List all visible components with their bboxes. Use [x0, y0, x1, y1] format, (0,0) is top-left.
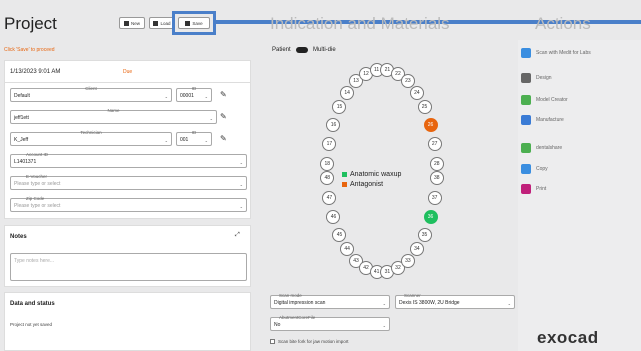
evoucher-select[interactable]: E-Voucher Please type or select ⌄ — [10, 174, 247, 190]
chevron-down-icon: ⌄ — [239, 160, 243, 165]
tooth-36[interactable]: 36 — [423, 210, 438, 225]
tooth-48[interactable]: 48 — [320, 171, 335, 186]
due-label: Due — [123, 69, 133, 75]
notes-input[interactable]: Type notes here... — [10, 253, 247, 281]
chevron-down-icon: ⌄ — [204, 94, 208, 99]
chevron-down-icon: ⌄ — [382, 301, 386, 306]
tooth-38[interactable]: 38 — [429, 171, 444, 186]
action-icon — [521, 73, 531, 83]
data-status-card: Data and status Project not yet saved — [4, 292, 251, 351]
data-status-text: Project not yet saved — [10, 322, 53, 327]
action-icon — [521, 164, 531, 174]
chevron-down-icon: ⌄ — [382, 323, 386, 328]
action-icon — [521, 48, 531, 58]
scanner-select[interactable]: Scanner Dexis IS 3800W, 2U Bridge ⌄ — [395, 293, 515, 309]
action-manufacture[interactable]: Manufacture — [521, 115, 564, 125]
tooth-14[interactable]: 14 — [340, 85, 355, 100]
bite-fork-checkbox[interactable]: Scan bite fork for jaw motion import — [270, 339, 349, 344]
project-card: 1/13/2023 9:01 AM Due Client Default ⌄ ID 0… — [4, 60, 251, 219]
patient-toggle[interactable] — [296, 47, 308, 53]
action-copy[interactable]: Copy — [521, 164, 548, 174]
actions-title: Actions — [535, 14, 591, 33]
chevron-down-icon: ⌄ — [209, 116, 213, 121]
action-scan-with-medit-for-labs[interactable]: Scan with Medit for Labs — [521, 48, 591, 58]
tooth-17[interactable]: 17 — [322, 136, 337, 151]
technician-select[interactable]: Technician K_Jeff ⌄ — [10, 130, 172, 146]
tooth-26[interactable]: 26 — [423, 117, 438, 132]
zipcode-select[interactable]: Zip Code Please type or select ⌄ — [10, 196, 247, 212]
new-icon — [123, 20, 129, 26]
action-design[interactable]: Design — [521, 73, 552, 83]
patient-label: Patient — [272, 47, 291, 53]
tooth-15[interactable]: 15 — [332, 100, 347, 115]
action-icon — [521, 115, 531, 125]
abutment-select[interactable]: AbutmentCoreFile No ⌄ — [270, 315, 390, 331]
tooth-35[interactable]: 35 — [417, 227, 432, 242]
data-status-title: Data and status — [10, 301, 55, 307]
multidie-label: Multi-die — [313, 47, 336, 53]
project-date: 1/13/2023 9:01 AM — [10, 69, 61, 75]
divider — [5, 82, 250, 83]
edit-icon[interactable]: ✎ — [220, 135, 228, 143]
antagonist-swatch — [342, 182, 347, 187]
folder-icon — [153, 20, 159, 26]
chevron-down-icon: ⌄ — [164, 94, 168, 99]
tooth-45[interactable]: 45 — [332, 227, 347, 242]
save-icon — [185, 20, 191, 26]
tooth-27[interactable]: 27 — [427, 136, 442, 151]
action-icon — [521, 143, 531, 153]
notes-card: Notes ⤢ Type notes here... — [4, 225, 251, 287]
tooth-46[interactable]: 46 — [326, 210, 341, 225]
account-id-select[interactable]: Account ID L1401371 ⌄ — [10, 152, 247, 168]
actions-panel — [518, 40, 641, 351]
chevron-down-icon: ⌄ — [239, 204, 243, 209]
action-model-creator[interactable]: Model Creator — [521, 95, 568, 105]
notes-title: Notes — [10, 234, 27, 240]
exocad-logo: exocad — [537, 328, 599, 347]
edit-icon[interactable]: ✎ — [220, 113, 228, 121]
tooth-47[interactable]: 47 — [322, 191, 337, 206]
tooth-18[interactable]: 18 — [320, 156, 335, 171]
save-button[interactable]: Save — [178, 17, 210, 29]
client-select[interactable]: Client Default ⌄ — [10, 86, 172, 102]
legend-waxup: Anatomic waxup — [342, 171, 401, 178]
new-button[interactable]: New — [119, 17, 145, 29]
client-id-select[interactable]: ID 00001 ⌄ — [176, 86, 212, 102]
tooth-34[interactable]: 34 — [409, 242, 424, 257]
save-hint: Click 'Save' to proceed — [4, 47, 55, 53]
chevron-down-icon: ⌄ — [204, 138, 208, 143]
tooth-28[interactable]: 28 — [429, 156, 444, 171]
tooth-25[interactable]: 25 — [417, 100, 432, 115]
chevron-down-icon: ⌄ — [164, 138, 168, 143]
name-select[interactable]: Name jeff1ett ⌄ — [10, 108, 217, 124]
technician-id-select[interactable]: ID 001 ⌄ — [176, 130, 212, 146]
chevron-down-icon: ⌄ — [507, 301, 511, 306]
action-icon — [521, 95, 531, 105]
legend-antagonist: Antagonist — [342, 181, 383, 188]
page-title: Project — [4, 14, 57, 33]
tooth-16[interactable]: 16 — [326, 117, 341, 132]
tooth-37[interactable]: 37 — [427, 191, 442, 206]
action-print[interactable]: Print — [521, 184, 546, 194]
tooth-24[interactable]: 24 — [409, 85, 424, 100]
tooth-33[interactable]: 33 — [400, 253, 415, 268]
waxup-swatch — [342, 172, 347, 177]
chevron-down-icon: ⌄ — [239, 182, 243, 187]
action-dentalshare[interactable]: dentalshare — [521, 143, 562, 153]
edit-icon[interactable]: ✎ — [220, 91, 228, 99]
scan-mode-select[interactable]: Scan mode Digital impression scan ⌄ — [270, 293, 390, 309]
action-icon — [521, 184, 531, 194]
indication-title: Indication and Materials — [270, 14, 450, 33]
checkbox-box[interactable] — [270, 339, 275, 344]
expand-icon[interactable]: ⤢ — [235, 232, 240, 239]
